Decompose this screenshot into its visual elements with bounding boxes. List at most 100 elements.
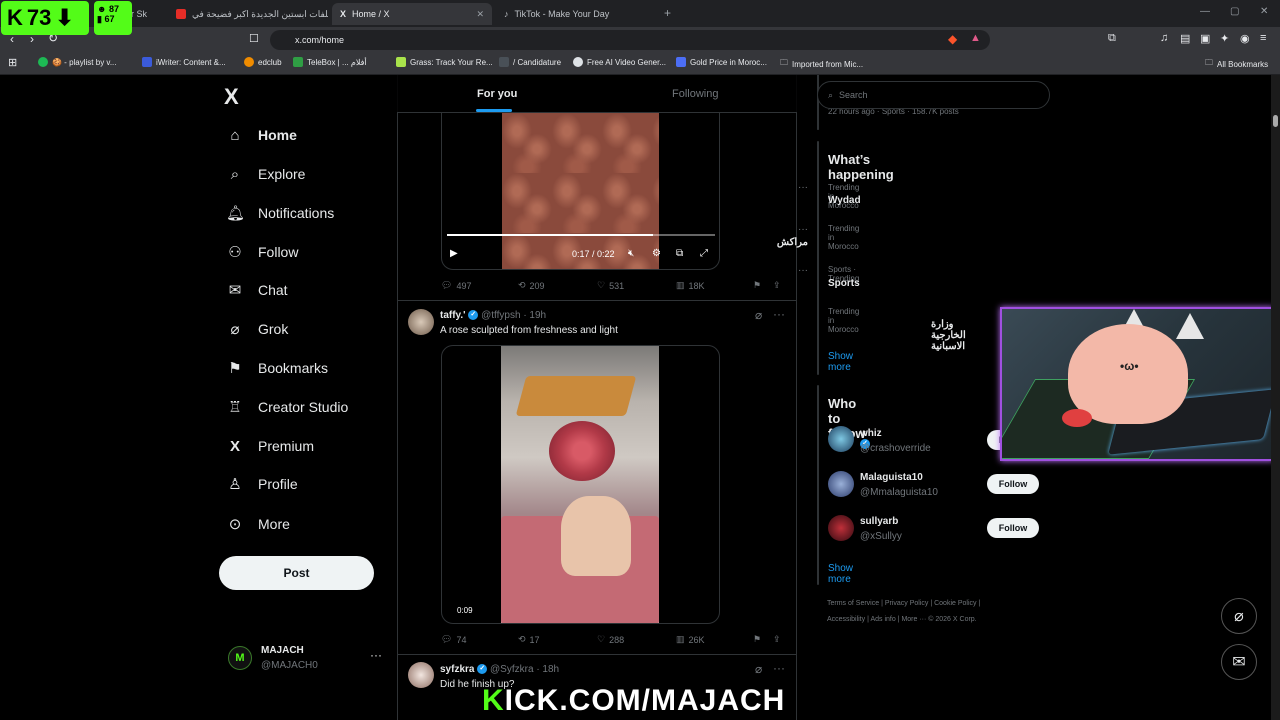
nav-grok[interactable]: ⌀ Grok: [226, 315, 288, 343]
bookmark-item[interactable]: edclub: [244, 57, 282, 67]
apps-grid-icon[interactable]: ⊞: [8, 56, 17, 69]
nav-premium[interactable]: X Premium: [226, 432, 314, 460]
messages-floating-button[interactable]: ✉: [1221, 644, 1257, 680]
video-player[interactable]: ▶ 0:17 / 0:22 🔇︎ ⚙ ⧉ ⤢: [441, 113, 720, 270]
trend-more-icon[interactable]: ···: [798, 265, 808, 276]
video-progress-bar[interactable]: [447, 234, 715, 236]
share-action[interactable]: ⇪: [773, 280, 781, 291]
show-more-link[interactable]: Show more: [828, 351, 853, 373]
browser-tab[interactable]: ♪ TikTok - Make Your Day: [496, 3, 656, 25]
trend-name[interactable]: Wydad: [828, 195, 861, 206]
suggested-user-name[interactable]: sullyarb: [860, 516, 898, 527]
like-action[interactable]: ♡ 288: [597, 634, 624, 645]
nav-profile[interactable]: ♙ Profile: [226, 470, 297, 498]
post-author[interactable]: syfzkra ✓ @Syfzkra · 18h: [440, 664, 559, 675]
trend-name[interactable]: Sports: [828, 278, 860, 289]
nav-home[interactable]: ⌂ Home: [226, 121, 296, 149]
reply-action[interactable]: 💬︎ 497: [441, 280, 471, 291]
follow-button[interactable]: Follow: [987, 518, 1039, 538]
brave-rewards-icon[interactable]: ▲: [970, 32, 981, 44]
reply-action[interactable]: 💬︎ 74: [441, 634, 466, 645]
nav-follow[interactable]: ⚇ Follow: [226, 238, 298, 266]
nav-creator-studio[interactable]: ♖ Creator Studio: [226, 393, 348, 421]
tab-following[interactable]: Following: [672, 88, 718, 100]
scrollbar-thumb[interactable]: [1273, 115, 1278, 127]
x-logo[interactable]: X: [224, 84, 239, 110]
repost-action[interactable]: ⟲ 209: [518, 280, 545, 291]
browser-tab[interactable]: ملفات ابستين الجديدة اكبر فضيحة في: [168, 3, 328, 25]
bookmark-action[interactable]: ⚑: [753, 634, 761, 645]
picture-in-picture-icon[interactable]: ⧉: [676, 248, 683, 259]
suggested-user-name[interactable]: Malaguista10: [860, 472, 923, 483]
share-action[interactable]: ⇪: [773, 634, 781, 645]
bookmark-item[interactable]: / Candidature: [499, 57, 561, 67]
trend-name[interactable]: مراكش: [777, 237, 808, 248]
footer-links[interactable]: Accessibility | Ads info | More ··· © 20…: [827, 616, 977, 623]
bookmark-item[interactable]: Grass: Track Your Re...: [396, 57, 493, 67]
tab-for-you[interactable]: For you: [477, 88, 517, 100]
more-dots-icon[interactable]: ···: [370, 648, 382, 662]
avatar[interactable]: [828, 426, 854, 452]
bookmark-item[interactable]: Gold Price in Moroc...: [676, 57, 767, 67]
avatar[interactable]: [828, 471, 854, 497]
like-count: 531: [609, 280, 625, 291]
brave-shield-icon[interactable]: ◆: [948, 32, 957, 46]
all-bookmarks-folder[interactable]: 🗀 All Bookmarks: [1205, 57, 1268, 71]
url-field[interactable]: x.com/home: [270, 30, 990, 50]
post-author[interactable]: taffy.' ✓ @tffypsh · 19h: [440, 310, 546, 321]
grok-floating-button[interactable]: ⌀: [1221, 598, 1257, 634]
bookmark-folder[interactable]: 🗀 Imported from Mic...: [780, 57, 863, 71]
new-tab-icon[interactable]: +: [664, 6, 671, 20]
browser-tab-active[interactable]: X Home / X ✕: [332, 3, 492, 25]
extensions-icon[interactable]: ⧉: [1108, 32, 1116, 45]
leo-icon[interactable]: ✦: [1220, 32, 1229, 45]
bookmark-action[interactable]: ⚑: [753, 280, 761, 291]
nav-chat[interactable]: ✉ Chat: [226, 276, 288, 304]
nav-notifications[interactable]: 🔔︎ Notifications: [226, 199, 334, 227]
video-player[interactable]: 0:09: [441, 345, 720, 624]
maximize-icon[interactable]: ▢: [1230, 6, 1239, 17]
like-action[interactable]: ♡ 531: [597, 280, 624, 291]
search-input[interactable]: ⌕ Search: [817, 81, 1050, 109]
avatar[interactable]: [828, 515, 854, 541]
account-switcher[interactable]: M MAJACH @MAJACH0 ···: [228, 642, 388, 678]
page-scrollbar[interactable]: [1271, 75, 1280, 720]
follow-button[interactable]: Follow: [987, 474, 1039, 494]
avatar[interactable]: [408, 309, 434, 335]
repost-action[interactable]: ⟲ 17: [518, 634, 540, 645]
views-action[interactable]: ▥ 26K: [676, 634, 705, 645]
post-more-icon[interactable]: ···: [773, 307, 785, 321]
bookmark-item[interactable]: Free AI Video Gener...: [573, 57, 666, 67]
show-more-link[interactable]: Show more: [828, 563, 853, 585]
bookmark-item[interactable]: TeleBox | ... أفلام: [293, 57, 367, 67]
close-window-icon[interactable]: ✕: [1260, 6, 1268, 17]
grok-explain-icon[interactable]: ⌀: [755, 308, 762, 322]
fullscreen-icon[interactable]: ⤢: [700, 248, 708, 259]
trend-more-icon[interactable]: ···: [798, 224, 808, 235]
bookmark-item[interactable]: iWriter: Content &...: [142, 57, 226, 67]
nav-bookmarks[interactable]: ⚑ Bookmarks: [226, 354, 328, 382]
play-icon[interactable]: ▶: [450, 248, 458, 259]
bookmark-page-icon[interactable]: ☐: [249, 32, 259, 45]
vpn-icon[interactable]: ◉: [1240, 32, 1250, 45]
post-more-icon[interactable]: ···: [773, 661, 785, 675]
minimize-icon[interactable]: —: [1200, 6, 1210, 17]
post-button[interactable]: Post: [219, 556, 374, 590]
avatar[interactable]: [408, 662, 434, 688]
mute-icon[interactable]: 🔇︎: [628, 248, 634, 259]
bookmark-item[interactable]: 🍪 - playlist by v...: [38, 57, 117, 67]
menu-icon[interactable]: ≡: [1260, 32, 1266, 44]
trend-more-icon[interactable]: ···: [798, 182, 808, 193]
sidebar-icon[interactable]: ▤: [1180, 32, 1190, 45]
wallet-icon[interactable]: ▣: [1200, 32, 1210, 45]
suggested-user-handle: @xSullyy: [860, 531, 902, 542]
views-action[interactable]: ▥ 18K: [676, 280, 705, 291]
nav-explore[interactable]: ⌕ Explore: [226, 160, 306, 188]
grok-explain-icon[interactable]: ⌀: [755, 662, 762, 676]
footer-links[interactable]: Terms of Service | Privacy Policy | Cook…: [827, 600, 980, 607]
close-tab-icon[interactable]: ✕: [476, 9, 484, 20]
settings-icon[interactable]: ⚙: [652, 248, 661, 259]
nav-more[interactable]: ⊙ More: [226, 510, 290, 538]
music-icon[interactable]: ♫: [1160, 32, 1168, 44]
trend-name[interactable]: وزارة الخارجية الاسبانية: [931, 319, 966, 352]
